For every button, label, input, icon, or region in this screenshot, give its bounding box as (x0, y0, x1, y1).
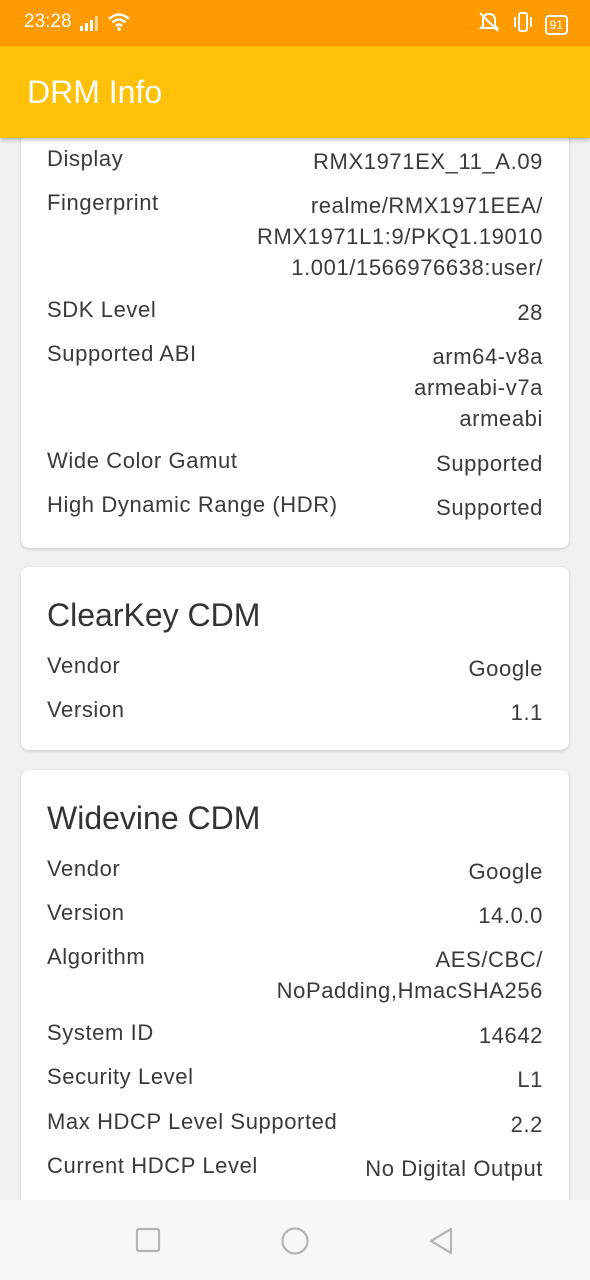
system-id-value: 14642 (478, 1023, 543, 1048)
display-label: Display (47, 146, 124, 171)
algorithm-value: AES/CBC/ NoPadding,HmacSHA256 (277, 944, 543, 1006)
algorithm-label: Algorithm (47, 944, 146, 969)
abi-label: Supported ABI (47, 341, 197, 366)
algorithm-line: NoPadding,HmacSHA256 (276, 978, 543, 1003)
vibrate-icon (511, 11, 535, 39)
version-value: 14.0.0 (478, 903, 543, 928)
back-button[interactable] (427, 1226, 457, 1261)
hdr-label: High Dynamic Range (HDR) (47, 492, 338, 517)
widevine-card: Widevine CDM Vendor Google Version 14.0.… (21, 770, 569, 1200)
widevine-title: Widevine CDM (47, 800, 261, 836)
version-label: Version (47, 697, 125, 722)
fingerprint-line: realme/RMX1971EEA/ (310, 193, 543, 218)
home-button[interactable] (280, 1226, 310, 1261)
current-hdcp-value: No Digital Output (365, 1156, 543, 1181)
max-hdcp-value: 2.2 (510, 1112, 543, 1137)
vendor-value: Google (468, 656, 543, 681)
status-time: 23:28 (24, 11, 72, 32)
vendor-label: Vendor (47, 856, 121, 881)
system-id-label: System ID (47, 1020, 154, 1045)
app-title: DRM Info (27, 74, 163, 110)
sdk-value: 28 (517, 300, 543, 325)
security-level-value: L1 (517, 1067, 543, 1092)
abi-line: arm64-v8a (432, 344, 543, 369)
status-bar: 23:28 91 (0, 0, 590, 46)
signal-icon (80, 15, 102, 37)
vendor-label: Vendor (47, 653, 121, 678)
max-hdcp-label: Max HDCP Level Supported (47, 1109, 338, 1134)
navigation-bar (0, 1200, 590, 1280)
abi-line: armeabi-v7a (414, 375, 543, 400)
hdr-value: Supported (436, 495, 543, 520)
mute-icon (477, 11, 501, 39)
fingerprint-value: realme/RMX1971EEA/ RMX1971L1:9/PKQ1.1901… (257, 190, 543, 283)
algorithm-line: AES/CBC/ (435, 947, 543, 972)
recents-button[interactable] (134, 1226, 162, 1259)
display-value: RMX1971EX_11_A.09 (313, 149, 543, 174)
fingerprint-line: 1.001/1566976638:user/ (291, 255, 543, 280)
security-level-label: Security Level (47, 1064, 194, 1089)
abi-line: armeabi (459, 406, 543, 431)
system-info-card: Display RMX1971EX_11_A.09 Fingerprint re… (21, 138, 569, 548)
battery-icon: 91 (544, 15, 568, 35)
sdk-label: SDK Level (47, 297, 157, 322)
fingerprint-line: RMX1971L1:9/PKQ1.19010 (257, 224, 543, 249)
wcg-label: Wide Color Gamut (47, 448, 238, 473)
version-value: 1.1 (510, 700, 543, 725)
vendor-value: Google (468, 859, 543, 884)
current-hdcp-label: Current HDCP Level (47, 1153, 258, 1178)
fingerprint-label: Fingerprint (47, 190, 159, 215)
wcg-value: Supported (436, 451, 543, 476)
version-label: Version (47, 900, 125, 925)
wifi-icon (108, 13, 130, 37)
app-bar: DRM Info (0, 46, 590, 138)
content-scroll[interactable]: Display RMX1971EX_11_A.09 Fingerprint re… (0, 138, 590, 1200)
clearkey-card: ClearKey CDM Vendor Google Version 1.1 (21, 567, 569, 750)
abi-value: arm64-v8a armeabi-v7a armeabi (414, 341, 543, 434)
clearkey-title: ClearKey CDM (47, 597, 261, 633)
